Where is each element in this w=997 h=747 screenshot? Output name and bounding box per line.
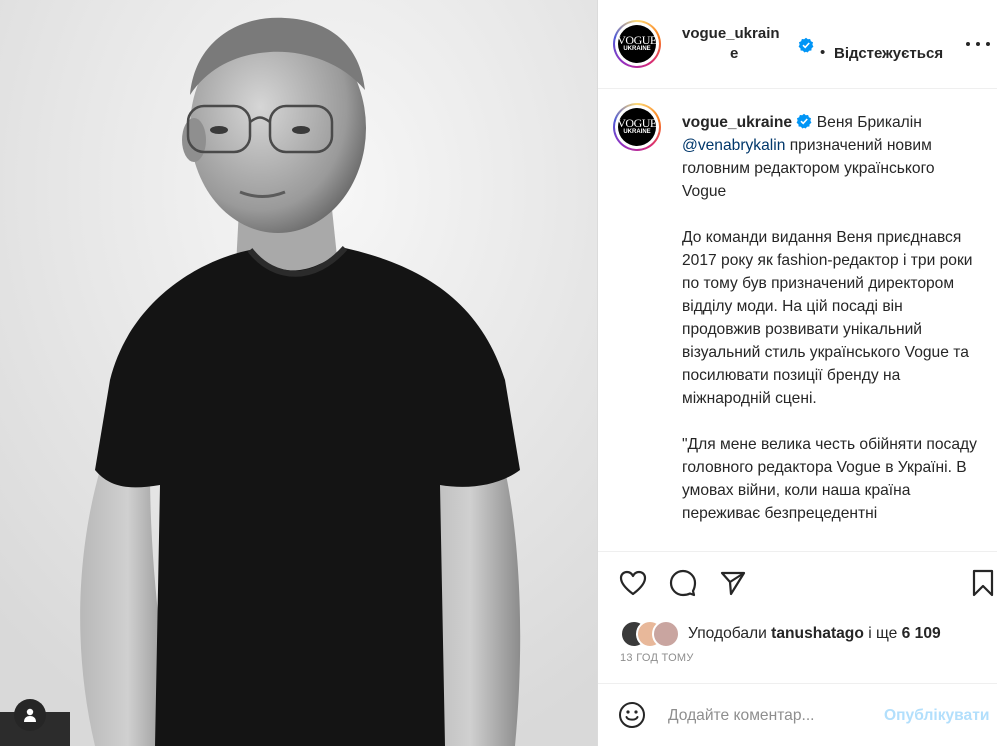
comment-button[interactable] [668,568,698,598]
share-button[interactable] [718,568,748,598]
comment-input[interactable] [668,704,868,728]
likes-prefix: Уподобали [688,625,767,642]
likes-summary: Уподобали tanushatago і ще 6 109 [688,625,941,643]
comment-bar: Опублікувати [598,683,997,747]
logo-line1: VOGUE [617,116,657,130]
author-username-line1: vogue_ukrain [682,25,780,42]
post-photo[interactable] [0,0,597,746]
verified-icon [797,113,812,129]
emoji-button[interactable] [618,701,648,731]
post-details-panel: VOGUE UKRAINE vogue_ukrain e • Відстежує… [597,0,997,746]
likes-count[interactable]: 6 109 [902,625,941,642]
caption-username[interactable]: vogue_ukraine [682,114,792,131]
tagged-users-button[interactable] [14,699,46,731]
post-actions: Уподобали tanushatago і ще 6 109 13 ГОД … [598,551,997,684]
more-icon [966,42,970,46]
author-avatar[interactable]: VOGUE UKRAINE [613,20,661,68]
logo-line2: UKRAINE [623,46,651,52]
logo-line1: VOGUE [617,33,657,47]
save-button[interactable] [968,568,997,598]
verified-icon [798,37,814,53]
logo-line2: UKRAINE [623,129,651,135]
share-icon [720,571,746,596]
likers-avatars[interactable] [620,620,680,648]
caption-lead: Веня Брикалін [816,114,922,131]
portrait-image [0,0,597,746]
author-username[interactable]: vogue_ukrain e [682,24,792,64]
caption-paragraph: До команди видання Веня приєднався 2017 … [682,229,973,407]
liker-avatar [652,620,680,648]
author-username-line2: e [730,45,739,62]
following-button[interactable]: Відстежується [834,45,943,62]
caption-paragraph: "Для мене велика честь обійняти посаду г… [682,436,977,522]
caption-author-avatar[interactable]: VOGUE UKRAINE [613,103,661,151]
caption-scroll-area[interactable]: VOGUE UKRAINE vogue_ukraine Веня Брикалі… [598,89,997,551]
caption-mention-link[interactable]: @venabrykalin [682,137,785,154]
post-timestamp[interactable]: 13 ГОД ТОМУ [620,652,694,664]
publish-button[interactable]: Опублікувати [884,707,989,725]
more-options-button[interactable] [966,36,990,52]
liker-username[interactable]: tanushatago [771,625,864,642]
likes-middle: і ще [868,625,898,642]
like-button[interactable] [618,568,648,598]
emoji-icon [619,702,645,728]
post-header: VOGUE UKRAINE vogue_ukrain e • Відстежує… [598,0,997,89]
bookmark-icon [972,569,994,597]
heart-icon [619,570,647,596]
vogue-ukraine-logo: VOGUE UKRAINE [617,108,657,146]
comment-icon [669,569,697,597]
vogue-ukraine-logo: VOGUE UKRAINE [617,25,657,63]
caption-text: vogue_ukraine Веня Брикалін @venabrykali… [682,111,978,548]
separator-dot: • [820,44,826,61]
user-icon [24,708,36,722]
